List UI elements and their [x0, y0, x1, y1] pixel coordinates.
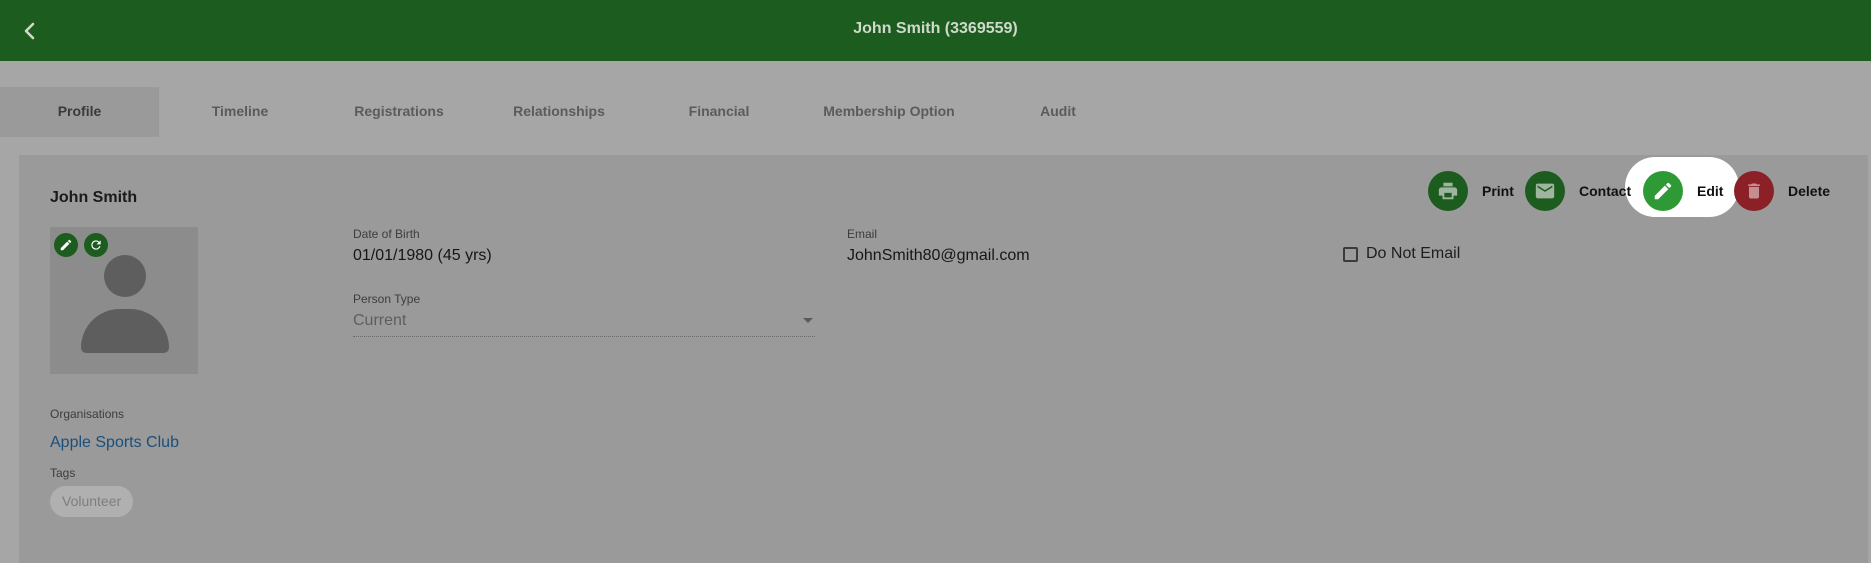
- edit-label: Edit: [1697, 183, 1724, 199]
- contact-label: Contact: [1579, 183, 1632, 199]
- avatar-placeholder-body: [81, 309, 169, 353]
- email-value: JohnSmith80@gmail.com: [847, 247, 1030, 264]
- dropdown-arrow-icon: [803, 318, 813, 323]
- do-not-email-label: Do Not Email: [1366, 245, 1461, 262]
- tab-registrations[interactable]: Registrations: [330, 87, 468, 137]
- print-label: Print: [1482, 183, 1514, 199]
- refresh-icon: [91, 240, 101, 250]
- edit-avatar-button[interactable]: [54, 233, 78, 257]
- email-label: Email: [847, 227, 878, 241]
- app-header: John Smith (3369559): [0, 0, 1871, 61]
- delete-button[interactable]: Delete: [1734, 170, 1830, 212]
- edit-button[interactable]: Edit: [1643, 170, 1723, 212]
- organisations-label: Organisations: [50, 407, 125, 421]
- print-circle: [1428, 171, 1468, 211]
- pencil-icon: [1654, 182, 1672, 200]
- person-type-label: Person Type: [353, 292, 421, 306]
- tab-financial[interactable]: Financial: [660, 87, 778, 137]
- tab-profile[interactable]: Profile: [0, 87, 159, 137]
- delete-circle: [1734, 171, 1774, 211]
- tab-bar: Profile Timeline Registrations Relations…: [0, 87, 1871, 137]
- dob-value: 01/01/1980 (45 yrs): [353, 247, 492, 264]
- tab-timeline[interactable]: Timeline: [175, 87, 305, 137]
- avatar-placeholder-head: [104, 255, 146, 297]
- contact-button[interactable]: Contact: [1525, 170, 1631, 212]
- pencil-icon: [60, 239, 72, 251]
- print-button[interactable]: Print: [1428, 170, 1514, 212]
- edit-circle: [1643, 171, 1683, 211]
- page-title: John Smith (3369559): [853, 20, 1018, 37]
- checkbox-box[interactable]: [1343, 246, 1358, 262]
- tab-membership-option[interactable]: Membership Option: [800, 87, 978, 137]
- tab-audit[interactable]: Audit: [1018, 87, 1098, 137]
- printer-icon: [1438, 182, 1458, 200]
- refresh-avatar-button[interactable]: [84, 233, 108, 257]
- profile-panel: [19, 155, 1868, 563]
- tags-label: Tags: [50, 466, 76, 480]
- organisation-link[interactable]: Apple Sports Club: [50, 434, 179, 452]
- tab-relationships[interactable]: Relationships: [490, 87, 628, 137]
- avatar: [50, 227, 198, 374]
- contact-circle: [1525, 171, 1565, 211]
- do-not-email-checkbox[interactable]: Do Not Email: [1343, 244, 1460, 264]
- tag-chip[interactable]: Volunteer: [50, 486, 134, 517]
- delete-label: Delete: [1788, 183, 1831, 199]
- person-type-value: Current: [353, 312, 407, 329]
- person-type-select[interactable]: Current: [353, 309, 815, 337]
- dob-label: Date of Birth: [353, 227, 420, 241]
- person-name: John Smith: [50, 189, 138, 206]
- trash-icon: [1748, 183, 1760, 199]
- mail-icon: [1535, 183, 1555, 199]
